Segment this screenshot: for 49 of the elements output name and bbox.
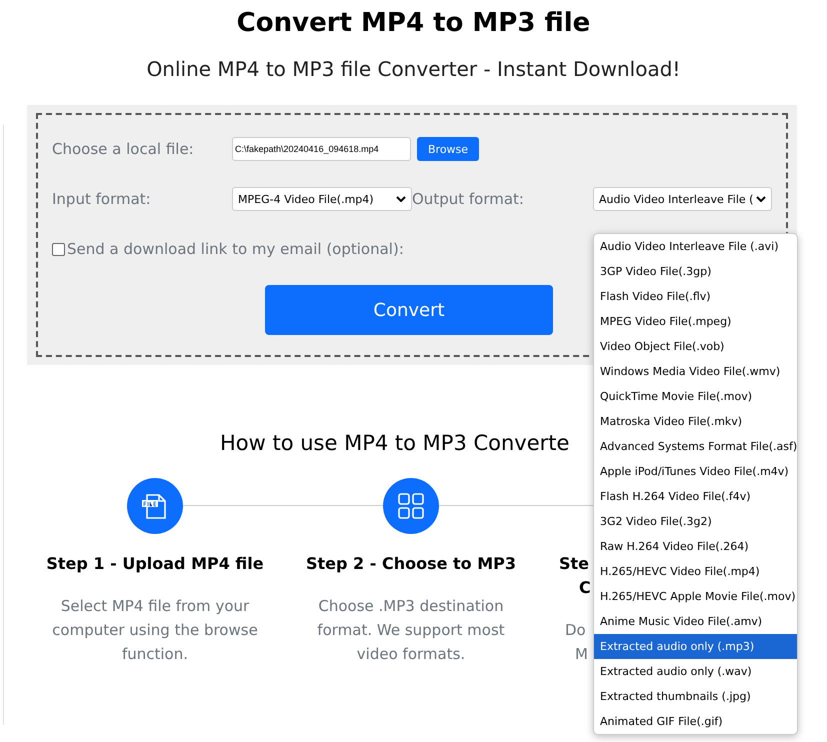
dropdown-option[interactable]: Audio Video Interleave File (.avi)	[594, 234, 797, 259]
dropdown-option[interactable]: Raw H.264 Video File(.264)	[594, 534, 797, 559]
browse-button[interactable]: Browse	[417, 137, 480, 161]
dropdown-option[interactable]: 3GP Video File(.3gp)	[594, 259, 797, 284]
page-subtitle: Online MP4 to MP3 file Converter - Instant Download!	[146, 56, 682, 83]
dropdown-option[interactable]: Flash H.264 Video File(.f4v)	[594, 484, 797, 509]
input-format-select[interactable]: MPEG-4 Video File(.mp4)	[232, 187, 412, 211]
dropdown-option[interactable]: H.265/HEVC Video File(.mp4)	[594, 559, 797, 584]
step-title: Step 1 - Upload MP4 file	[46, 553, 264, 575]
dropdown-option[interactable]: Windows Media Video File(.wmv)	[594, 359, 797, 384]
dropdown-option[interactable]: MPEG Video File(.mpeg)	[594, 309, 797, 334]
dropdown-option[interactable]: Apple iPod/iTunes Video File(.m4v)	[594, 459, 797, 484]
file-path-field[interactable]: C:\fakepath\20240416_094618.mp4	[232, 137, 411, 161]
step-description: Choose .MP3 destination	[318, 596, 504, 617]
dropdown-option[interactable]: QuickTime Movie File(.mov)	[594, 384, 797, 409]
dropdown-option[interactable]: Extracted thumbnails (.jpg)	[594, 684, 797, 709]
file-icon	[127, 478, 183, 534]
step-title: C	[579, 577, 591, 599]
dropdown-option[interactable]: Advanced Systems Format File(.asf)	[594, 434, 797, 459]
output-format-select[interactable]: Audio Video Interleave File (	[593, 187, 772, 211]
dropdown-option[interactable]: Matroska Video File(.mkv)	[594, 409, 797, 434]
email-checkbox[interactable]	[52, 242, 65, 256]
dropdown-option[interactable]: Anime Music Video File(.amv)	[594, 609, 797, 634]
step-title: Step 2 - Choose to MP3	[306, 553, 516, 575]
dropdown-option[interactable]: Extracted audio only (.mp3)	[594, 634, 797, 659]
step-description: format. We support most	[317, 620, 505, 641]
step-description: M	[575, 644, 588, 665]
chevron-down-icon	[396, 196, 406, 202]
field-label: Choose a local file:	[52, 140, 195, 158]
page-title: Convert MP4 to MP3 file	[236, 7, 592, 40]
section-heading: How to use MP4 to MP3 Converte	[220, 430, 570, 457]
step-description: computer using the browse	[52, 620, 258, 641]
step-description: function.	[122, 644, 188, 665]
grid-icon	[383, 478, 439, 534]
field-label: Output format:	[412, 190, 525, 208]
step-description: video formats.	[356, 644, 466, 665]
step-title: Ste	[559, 553, 590, 575]
step-description: Select MP4 file from your	[60, 596, 250, 617]
step-description: Do	[565, 620, 586, 641]
dropdown-option[interactable]: Animated GIF File(.gif)	[594, 709, 797, 734]
dropdown-option[interactable]: H.265/HEVC Apple Movie File(.mov)	[594, 584, 797, 609]
field-label: Input format:	[52, 190, 152, 208]
dropdown-option[interactable]: Flash Video File(.flv)	[594, 284, 797, 309]
checkbox-label: Send a download link to my email (optional):	[67, 240, 404, 258]
dropdown-option[interactable]: Extracted audio only (.wav)	[594, 659, 797, 684]
dropdown-option[interactable]: 3G2 Video File(.3g2)	[594, 509, 797, 534]
chevron-down-icon	[756, 196, 766, 202]
dropdown-option[interactable]: Video Object File(.vob)	[594, 334, 797, 359]
convert-button[interactable]: Convert	[265, 285, 553, 335]
